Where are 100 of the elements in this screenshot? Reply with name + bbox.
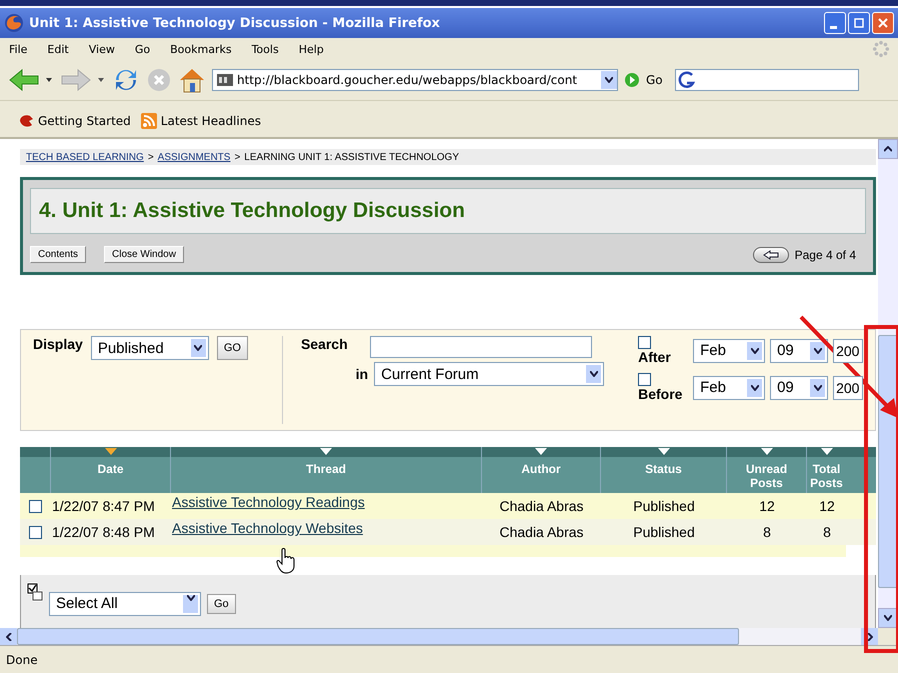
row-checkbox[interactable] [28,526,42,538]
header-button[interactable]: Contents [30,246,86,263]
breadcrumb-text: > [234,152,240,162]
day-select[interactable]: 09 [770,338,828,362]
date-label: After [638,349,672,365]
dropdown-icon[interactable] [98,78,104,82]
menu-item[interactable]: Help [298,42,324,56]
caret-icon [866,632,872,640]
caret-icon [186,594,194,600]
scope-select[interactable]: Current Forum [374,362,604,386]
dropdown-button[interactable] [601,71,617,89]
caret-icon [814,384,822,390]
url-field[interactable]: http://blackboard.goucher.edu/webapps/blackboard/cont [212,69,618,91]
scroll-down-button[interactable] [878,608,898,628]
site-icon [217,74,233,86]
dropdown-icon[interactable] [46,78,52,82]
sort-icon [760,448,772,455]
breadcrumb-link[interactable]: ASSIGNMENTS [158,152,230,162]
caret-icon [814,348,822,354]
total-count: 12 [819,498,835,514]
checkbox[interactable] [638,336,652,349]
sort-icon [535,448,547,455]
header-button[interactable]: Close Window [104,246,184,263]
year-select[interactable]: 200 [833,376,864,400]
menu-item[interactable]: View [88,42,115,56]
caret-icon [884,615,892,621]
caret-icon [750,384,759,390]
go-icon[interactable] [624,72,640,88]
caret-icon [750,348,759,354]
display-select[interactable]: Published [90,336,209,360]
go-button[interactable]: Go [207,594,236,614]
scroll-up-button[interactable] [878,139,898,159]
thread-link[interactable]: Assistive Technology Websites [172,520,363,536]
sort-icon [320,448,332,455]
thread-link[interactable]: Assistive Technology Readings [172,494,365,510]
menu-item[interactable]: File [9,42,28,56]
minimize-icon [830,26,837,28]
bookmark-link[interactable]: Getting Started [38,114,131,128]
checkbox[interactable] [638,373,652,386]
day-select[interactable]: 09 [770,376,828,400]
status-text: Done [6,652,38,666]
select-all-dropdown[interactable]: Select All [49,592,201,616]
horizontal-scrollbar[interactable] [0,628,898,645]
bookmark-icon [18,113,34,129]
rss-feed-icon [140,113,157,129]
author-cell: Chadia Abras [499,498,584,514]
status-cell: Published [633,524,695,540]
close-icon [878,18,888,28]
page-title: 4. Unit 1: Assistive Technology Discussion [39,199,466,223]
date-label: Before [638,386,684,402]
left-arrow-icon [762,250,779,260]
sort-icon [104,448,116,455]
row-checkbox[interactable] [28,500,42,512]
menu-item[interactable]: Edit [47,42,69,56]
caret-icon [194,345,202,351]
menu-item[interactable]: Go [134,42,150,56]
menu-item[interactable]: Tools [252,42,279,56]
home-icon[interactable] [178,66,206,94]
date-cell: 1/22/07 8:47 PM [52,498,155,514]
status-cell: Published [633,498,695,514]
caret-icon [884,146,892,152]
unread-count: 8 [763,524,771,540]
go-button[interactable]: GO [216,336,248,360]
caret-icon [6,632,12,640]
throbber-icon [872,40,890,58]
search-label: Search [300,336,348,354]
search-field[interactable] [674,69,859,91]
breadcrumb-text: > [148,152,154,162]
search-field[interactable] [370,336,592,358]
total-count: 8 [823,524,831,540]
in-label: in [356,366,368,382]
month-select[interactable]: Feb [693,338,766,362]
scroll-thumb[interactable] [17,628,739,645]
sort-icon [820,448,832,455]
bookmark-link[interactable]: Latest Headlines [160,114,261,128]
author-cell: Chadia Abras [499,524,584,540]
back-icon[interactable] [8,68,40,92]
page-indicator: Page 4 of 4 [794,248,856,262]
previous-page-button[interactable] [752,246,789,262]
minimize-button[interactable] [824,12,846,34]
firefox-icon [4,13,24,33]
scroll-left-button[interactable] [0,628,17,645]
caret-icon [590,371,598,377]
hand-cursor-icon [276,548,296,574]
unread-count: 12 [759,498,775,514]
breadcrumb-text: LEARNING UNIT 1: ASSISTIVE TECHNOLOGY [244,152,459,162]
display-label: Display [33,336,83,352]
select-all-icon [27,583,43,601]
close-button[interactable] [872,12,894,34]
sort-icon [658,448,670,455]
go-button[interactable]: Go [646,73,663,87]
date-cell: 1/22/07 8:48 PM [52,524,155,540]
breadcrumb-link[interactable]: TECH BASED LEARNING [26,152,144,162]
caret-icon [605,77,613,83]
window-title: Unit 1: Assistive Technology Discussion - Mozilla Firefox [29,16,441,30]
vertical-scrollbar[interactable] [878,139,898,628]
year-select[interactable]: 200 [833,338,864,362]
maximize-button[interactable] [848,12,870,34]
month-select[interactable]: Feb [693,376,766,400]
menu-item[interactable]: Bookmarks [170,42,232,56]
